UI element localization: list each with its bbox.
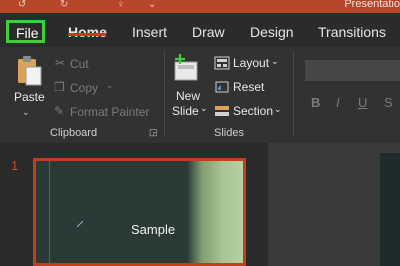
- title-bar: ↺ ↻ ♀ ⌄ Presentatio: [0, 0, 400, 13]
- copy-dropdown-icon[interactable]: ⌄: [106, 80, 114, 91]
- strikethrough-button[interactable]: S: [384, 95, 393, 110]
- underline-button[interactable]: U: [358, 95, 367, 110]
- group-separator: [164, 52, 165, 136]
- slide-title-text: Sample: [131, 222, 176, 237]
- cut-icon[interactable]: ✂: [55, 56, 65, 70]
- format-painter-button[interactable]: Format Painter: [70, 105, 149, 119]
- slide-thumbnail[interactable]: Sample: [33, 158, 246, 266]
- layout-dropdown-icon[interactable]: ⌄: [271, 56, 279, 67]
- reset-icon[interactable]: [214, 80, 230, 94]
- paste-button[interactable]: Paste: [14, 90, 45, 104]
- window-title: Presentatio: [344, 0, 400, 10]
- paste-dropdown-icon[interactable]: ⌄: [22, 107, 30, 118]
- redo-icon[interactable]: ↻: [60, 0, 68, 10]
- new-slide-dropdown-icon[interactable]: ⌄: [200, 103, 208, 114]
- customize-qat-icon[interactable]: ⌄: [148, 0, 156, 10]
- group-separator: [293, 52, 294, 136]
- undo-icon[interactable]: ↺: [18, 0, 26, 10]
- present-icon[interactable]: ♀: [117, 0, 125, 10]
- layout-button[interactable]: Layout: [233, 56, 269, 70]
- format-painter-icon[interactable]: ✎: [54, 104, 64, 118]
- copy-button[interactable]: Copy: [70, 81, 98, 95]
- tab-file-label: File: [16, 25, 39, 41]
- current-slide[interactable]: [380, 153, 400, 266]
- new-slide-button-line1[interactable]: New: [176, 89, 200, 103]
- paste-icon[interactable]: [14, 55, 44, 87]
- cut-button[interactable]: Cut: [70, 57, 89, 71]
- slide-number: 1: [11, 158, 19, 173]
- layout-icon[interactable]: [214, 56, 230, 70]
- tab-transitions[interactable]: Transitions: [318, 24, 386, 40]
- new-slide-button-line2[interactable]: Slide: [172, 104, 199, 118]
- bold-button[interactable]: B: [311, 95, 320, 110]
- tab-home[interactable]: Home: [68, 24, 107, 40]
- italic-button[interactable]: I: [336, 95, 340, 110]
- clipboard-group-label: Clipboard: [50, 127, 98, 139]
- tab-design[interactable]: Design: [250, 24, 294, 40]
- tab-draw[interactable]: Draw: [192, 24, 225, 40]
- slide-decorative-line: [49, 161, 50, 263]
- clipboard-launcher-icon[interactable]: ◲: [149, 127, 158, 138]
- section-dropdown-icon[interactable]: ⌄: [274, 104, 282, 115]
- slides-group-label: Slides: [214, 127, 244, 139]
- ribbon-tabs: Home Insert Draw Design Transitions: [0, 13, 400, 47]
- copy-icon[interactable]: ❐: [54, 80, 65, 94]
- tab-insert[interactable]: Insert: [132, 24, 167, 40]
- active-tab-indicator: [68, 33, 106, 36]
- tab-file[interactable]: File: [6, 20, 45, 43]
- font-name-box[interactable]: [305, 60, 400, 81]
- placeholder-marker-icon: [77, 221, 83, 227]
- section-icon[interactable]: [214, 104, 230, 118]
- section-button[interactable]: Section: [233, 104, 273, 118]
- reset-button[interactable]: Reset: [233, 80, 264, 94]
- new-slide-icon[interactable]: [172, 54, 202, 84]
